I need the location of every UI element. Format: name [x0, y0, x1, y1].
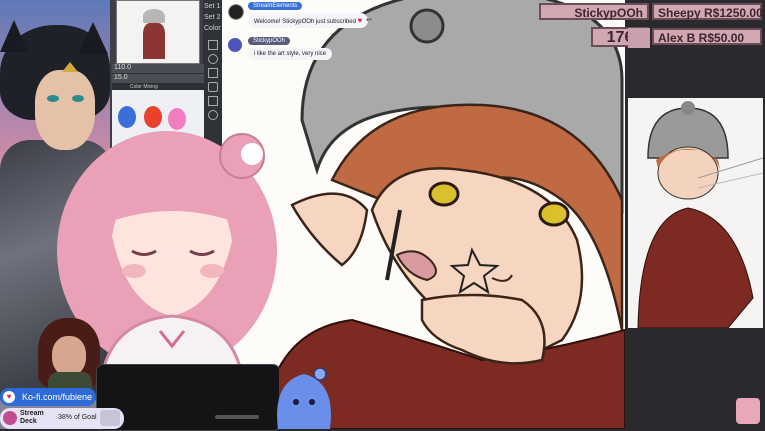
- vtuber-left-eye: [47, 95, 59, 102]
- stream-deck-goal-widget: Stream Deck 38% of Goal: [0, 408, 124, 429]
- move-tool-icon[interactable]: [208, 82, 218, 92]
- right-eye: [538, 201, 570, 227]
- chat-message: Welcome! StickypOOh just subscribed ♥: [248, 13, 369, 28]
- canvas-navigator-preview[interactable]: [116, 0, 200, 64]
- heart-icon: ♥: [357, 16, 363, 25]
- kofi-cup-icon: ♥: [3, 391, 15, 403]
- streamdeck-device-icon: [100, 410, 120, 426]
- pointed-ear: [290, 192, 369, 267]
- blue-slime-mascot: [277, 367, 331, 429]
- ref-pompom: [681, 101, 695, 115]
- reference-image: [628, 98, 763, 328]
- mascot-eye: [293, 399, 299, 405]
- preview-hat: [143, 9, 165, 23]
- streamdeck-logo-icon: [3, 411, 17, 425]
- chat-username: StickypOOh: [248, 37, 291, 45]
- streamdeck-label: Stream Deck: [20, 410, 44, 425]
- kofi-url: Ko-fi.com/fubiene: [22, 392, 93, 402]
- chat-message: i like the art style, very nice: [248, 48, 333, 60]
- ref-shirt: [637, 207, 754, 328]
- left-eye: [428, 181, 460, 207]
- corner-avatar-icon: [736, 398, 760, 424]
- reply-icon[interactable]: ↩: [366, 16, 372, 24]
- tablet-button-strip: [215, 415, 259, 419]
- blush: [200, 264, 224, 278]
- chat-message-text: Welcome! StickypOOh just subscribed: [254, 19, 356, 25]
- blue-swatch[interactable]: [118, 106, 136, 128]
- chat-message-text: i like the art style, very nice: [254, 51, 327, 57]
- reference-illustration: [637, 101, 763, 328]
- brush-size-row[interactable]: 110.0: [112, 64, 204, 74]
- latest-sub-badge: StickypOOh: [539, 3, 649, 20]
- goal-progress-text: 38% of Goal: [58, 414, 97, 421]
- mascot-body: [277, 374, 331, 429]
- mascot-eye: [309, 399, 315, 405]
- layer-set-1-tab[interactable]: Set 1: [204, 3, 220, 10]
- recent-donation-text: Alex B R$50.00: [658, 31, 745, 45]
- top-donation-badge: Sheepy R$1250.00: [652, 3, 763, 20]
- blush: [122, 264, 146, 278]
- recent-donation-badge: Alex B R$50.00: [652, 28, 762, 45]
- vtuber-right-eye: [72, 95, 84, 102]
- preview-figure: [143, 23, 165, 59]
- red-swatch[interactable]: [144, 106, 162, 128]
- brush-opacity-value: 15.0: [114, 74, 128, 81]
- brush-size-value: 110.0: [114, 64, 131, 71]
- chat-username: StreamElements: [248, 2, 303, 10]
- brush-tool-icon[interactable]: [208, 40, 218, 50]
- stickypooh-avatar: [228, 38, 242, 52]
- top-donation-text: Sheepy R$1250.00: [658, 6, 763, 20]
- latest-sub-name: StickypOOh: [574, 6, 643, 20]
- streamelements-avatar: [228, 4, 244, 20]
- select-tool-icon[interactable]: [208, 68, 218, 78]
- mascot-bubble: [313, 367, 327, 381]
- color-tab[interactable]: Color: [204, 25, 221, 32]
- kofi-link[interactable]: ♥ Ko-fi.com/fubiene: [0, 388, 96, 406]
- layer-set-2-tab[interactable]: Set 2: [204, 14, 220, 21]
- fill-tool-icon[interactable]: [208, 96, 218, 106]
- small-vtuber-face: [52, 336, 86, 376]
- hat-button-icon: [409, 8, 445, 44]
- eyedropper-tool-icon[interactable]: [208, 110, 218, 120]
- brush-opacity-row[interactable]: 15.0: [112, 74, 204, 84]
- hair-ornament-icon: [241, 143, 263, 165]
- badge-decor: [628, 28, 650, 48]
- eraser-tool-icon[interactable]: [208, 54, 218, 64]
